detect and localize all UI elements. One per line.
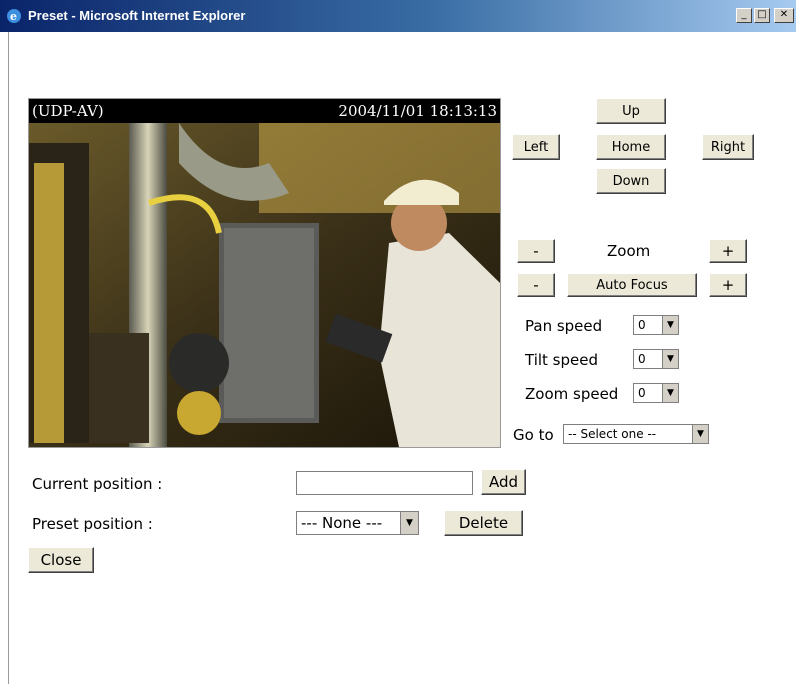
focus-far-button[interactable]: + — [709, 273, 747, 297]
zoom-label: Zoom — [607, 242, 651, 260]
goto-label: Go to — [513, 426, 554, 444]
goto-value: -- Select one -- — [568, 427, 657, 441]
window-title-bar[interactable]: e Preset - Microsoft Internet Explorer _… — [0, 0, 796, 32]
video-view: (UDP-AV) 2004/11/01 18:13:13 — [28, 98, 501, 448]
pan-speed-label: Pan speed — [525, 317, 603, 335]
chevron-down-icon: ▼ — [400, 512, 418, 534]
down-button[interactable]: Down — [596, 168, 666, 194]
delete-button[interactable]: Delete — [444, 510, 523, 536]
tilt-speed-select[interactable]: 0 ▼ — [633, 349, 679, 369]
window-title: Preset - Microsoft Internet Explorer — [28, 8, 246, 23]
chevron-down-icon: ▼ — [662, 316, 678, 334]
preset-position-select[interactable]: --- None --- ▼ — [296, 511, 419, 535]
goto-select[interactable]: -- Select one -- ▼ — [563, 424, 709, 444]
zoom-out-button[interactable]: - — [517, 239, 555, 263]
add-button[interactable]: Add — [481, 469, 526, 495]
video-channel: (UDP-AV) — [32, 102, 104, 120]
up-button[interactable]: Up — [596, 98, 666, 124]
chevron-down-icon: ▼ — [662, 384, 678, 402]
window-frame-left — [0, 32, 9, 684]
internet-explorer-icon: e — [7, 9, 21, 23]
video-timestamp: 2004/11/01 18:13:13 — [338, 102, 497, 120]
zoom-in-button[interactable]: + — [709, 239, 747, 263]
left-button[interactable]: Left — [512, 134, 560, 160]
close-button[interactable]: Close — [28, 547, 94, 573]
current-position-label: Current position : — [32, 475, 163, 493]
focus-near-button[interactable]: - — [517, 273, 555, 297]
pan-speed-select[interactable]: 0 ▼ — [633, 315, 679, 335]
svg-text:e: e — [10, 10, 17, 23]
preset-position-label: Preset position : — [32, 515, 153, 533]
minimize-button[interactable]: _ — [736, 8, 752, 23]
video-header: (UDP-AV) 2004/11/01 18:13:13 — [29, 99, 500, 123]
chevron-down-icon: ▼ — [662, 350, 678, 368]
auto-focus-button[interactable]: Auto Focus — [567, 273, 697, 297]
zoom-speed-value: 0 — [638, 386, 646, 400]
tilt-speed-value: 0 — [638, 352, 646, 366]
close-window-button[interactable]: ✕ — [774, 8, 794, 23]
right-button[interactable]: Right — [702, 134, 754, 160]
home-button[interactable]: Home — [596, 134, 666, 160]
maximize-button[interactable]: □ — [754, 8, 770, 23]
zoom-speed-select[interactable]: 0 ▼ — [633, 383, 679, 403]
camera-image — [29, 123, 500, 447]
preset-position-value: --- None --- — [301, 514, 383, 532]
zoom-speed-label: Zoom speed — [525, 385, 619, 403]
chevron-down-icon: ▼ — [692, 425, 708, 443]
tilt-speed-label: Tilt speed — [525, 351, 599, 369]
current-position-input[interactable] — [296, 471, 473, 495]
pan-speed-value: 0 — [638, 318, 646, 332]
